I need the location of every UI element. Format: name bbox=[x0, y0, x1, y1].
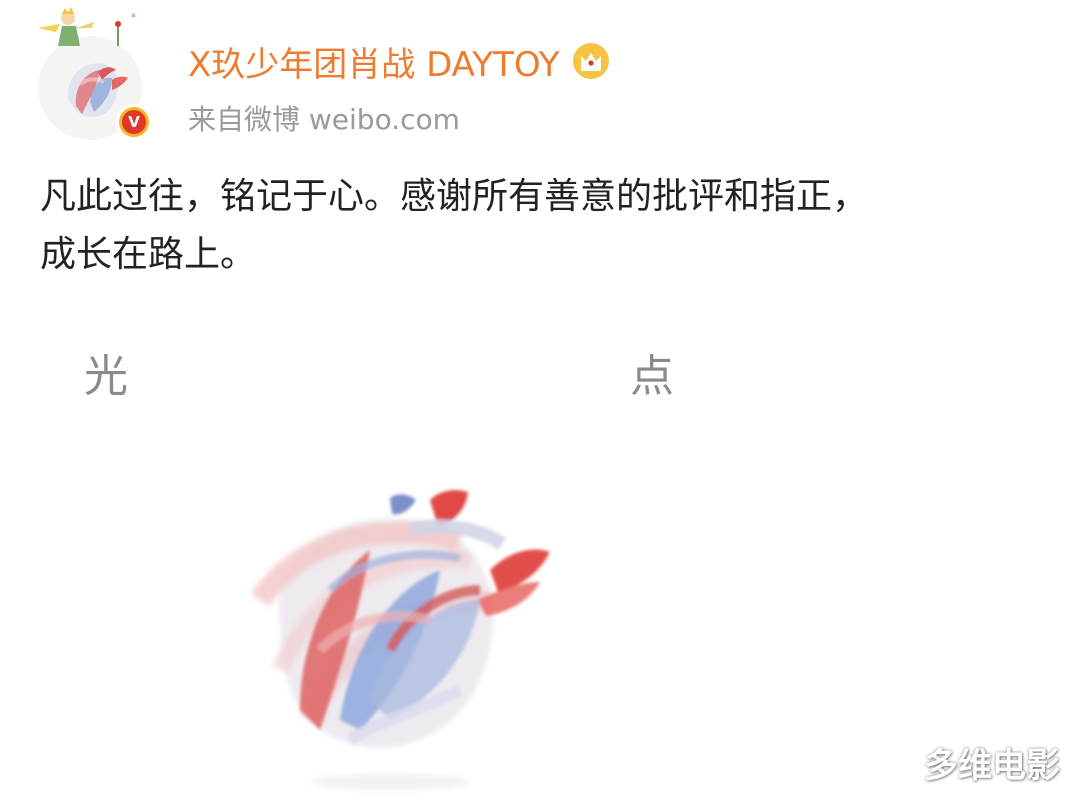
author-name[interactable]: X玖少年团肖战 DAYTOY bbox=[188, 37, 560, 86]
post-source: 来自微博 weibo.com bbox=[188, 103, 460, 136]
verified-badge-icon: V bbox=[116, 104, 152, 140]
image-char-right: 点 bbox=[630, 351, 674, 402]
post-body-line: 凡此过往，铭记于心。感谢所有善意的批评和指正， bbox=[40, 176, 869, 217]
image-char-left: 光 bbox=[84, 351, 128, 402]
post-body-line: 成长在路上。 bbox=[40, 234, 257, 275]
little-prince-icon bbox=[34, 6, 144, 70]
painted-heart-illustration bbox=[250, 490, 550, 790]
author-header: X玖少年团肖战 DAYTOY bbox=[188, 36, 610, 86]
post-body: 凡此过往，铭记于心。感谢所有善意的批评和指正， 成长在路上。 bbox=[40, 168, 1050, 284]
avatar[interactable]: V bbox=[38, 7, 152, 140]
verified-v-icon: V bbox=[122, 110, 146, 134]
watermark: 多维电影 bbox=[924, 746, 1060, 786]
weibo-post: V X玖少年团肖战 DAYTOY 来自微博 weibo.com 凡此过往，铭记于… bbox=[0, 0, 1078, 809]
crown-icon bbox=[572, 43, 609, 79]
